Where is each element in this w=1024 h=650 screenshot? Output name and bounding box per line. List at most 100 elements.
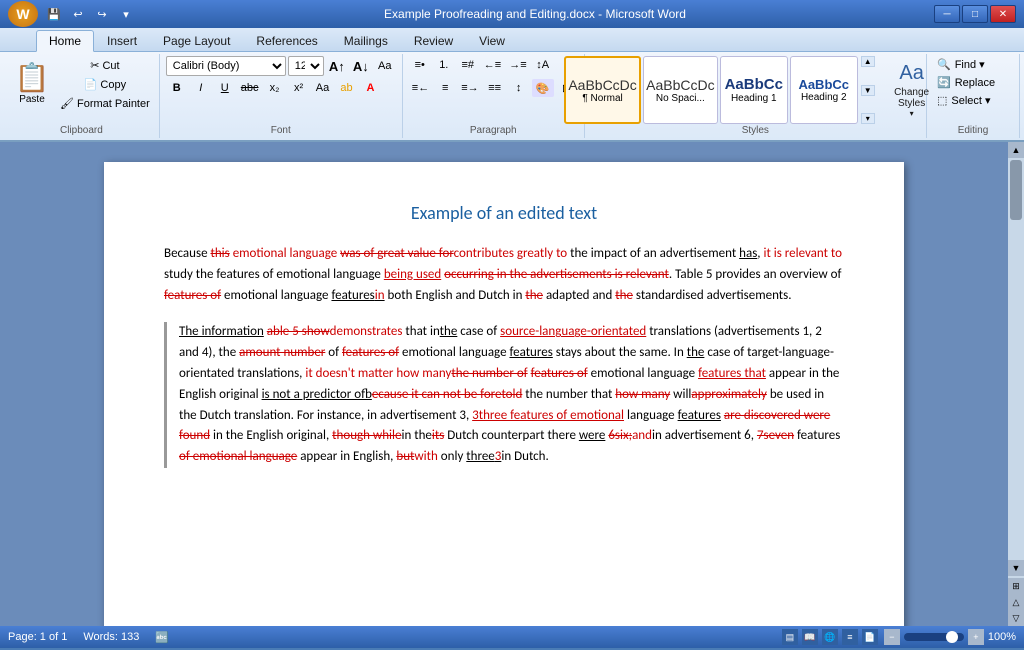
view-buttons: ▤ 📖 🌐 ≡ 📄 [782,629,878,645]
change-styles-icon: Aa [899,62,923,85]
style-no-spacing[interactable]: AaBbCcDc No Spaci... [643,56,718,124]
align-center-button[interactable]: ≡ [434,79,456,97]
style-h2-label: Heading 2 [801,92,847,103]
change-styles-arrow: ▾ [910,109,914,118]
del-6six: 6six; [608,428,632,443]
close-button[interactable]: ✕ [990,5,1016,23]
justify-button[interactable]: ≡≡ [484,79,506,97]
undo-icon[interactable]: ↩ [68,4,88,24]
decrease-indent-button[interactable]: ←≡ [481,56,504,74]
scroll-down-button[interactable]: ▼ [1008,560,1024,576]
zoom-slider[interactable] [904,633,964,641]
document-scroll[interactable]: Example of an edited text Because this e… [0,142,1008,626]
title-bar: W 💾 ↩ ↪ ▾ Example Proofreading and Editi… [0,0,1024,28]
scroll-expand-button[interactable]: ⊞ [1008,578,1024,594]
status-left: Page: 1 of 1 Words: 133 🔤 [8,631,169,644]
style-heading2[interactable]: AaBbCc Heading 2 [790,56,858,124]
style-normal-preview: AaBbCcDc [568,77,636,93]
tab-view[interactable]: View [466,29,518,51]
scroll-up-button[interactable]: ▲ [1008,142,1024,158]
tab-page-layout[interactable]: Page Layout [150,29,243,51]
scroll-thumb[interactable] [1010,160,1022,220]
view-full-reading[interactable]: 📖 [802,629,818,645]
styles-expand-button[interactable]: ▾ [861,113,875,124]
select-icon: ⬚ [937,94,947,107]
shading-button[interactable]: 🎨 [532,79,554,97]
clear-format-button[interactable]: Aa [374,57,396,75]
zoom-in-button[interactable]: + [968,629,984,645]
select-button[interactable]: ⬚ Select ▾ [933,92,1013,109]
scroll-page-up[interactable]: △ [1008,594,1024,610]
del-amountnumber: amount number [239,345,325,360]
view-draft[interactable]: 📄 [862,629,878,645]
format-painter-button[interactable]: 🖌 Format Painter [57,94,153,112]
paragraph-group: ≡• 1. ≡# ←≡ →≡ ↕A ¶ ≡← ≡ ≡→ ≡≡ ↕ 🎨 ⊞ Par… [403,54,585,138]
style-normal[interactable]: AaBbCcDc ¶ Normal [564,56,641,124]
window-title: Example Proofreading and Editing.docx - … [136,7,934,21]
zoom-thumb[interactable] [946,631,958,643]
grow-font-button[interactable]: A↑ [326,57,348,75]
subscript-button[interactable]: x₂ [264,79,286,97]
paragraph-label: Paragraph [403,125,584,136]
tab-references[interactable]: References [243,29,330,51]
del-howmany: how many [615,387,670,402]
view-outline[interactable]: ≡ [842,629,858,645]
find-button[interactable]: 🔍 Find ▾ [933,56,1013,73]
font-family-select[interactable]: Calibri (Body) [166,56,286,76]
del-its: its [432,428,444,443]
paragraph-1: Because this emotional language was of g… [164,244,844,306]
styles-up-button[interactable]: ▲ [861,56,875,67]
page-indicator: Page: 1 of 1 [8,631,67,644]
align-left-button[interactable]: ≡← [409,79,432,97]
styles-group: AaBbCcDc ¶ Normal AaBbCcDc No Spaci... A… [585,54,927,138]
save-icon[interactable]: 💾 [44,4,64,24]
tab-mailings[interactable]: Mailings [331,29,401,51]
tab-home[interactable]: Home [36,30,94,52]
customize-icon[interactable]: ▾ [116,4,136,24]
style-heading1[interactable]: AaBbCc Heading 1 [720,56,788,124]
underline-button[interactable]: U [214,79,236,97]
styles-down-button[interactable]: ▼ [861,85,875,96]
bold-button[interactable]: B [166,79,188,97]
ins-and: and [632,428,652,443]
del-featuresof2: features of [342,345,399,360]
paragraph-content: ≡• 1. ≡# ←≡ →≡ ↕A ¶ ≡← ≡ ≡→ ≡≡ ↕ 🎨 ⊞ [409,56,578,136]
maximize-button[interactable]: □ [962,5,988,23]
minimize-button[interactable]: ─ [934,5,960,23]
numbering-button[interactable]: 1. [433,56,455,74]
editing-label: Editing [927,125,1019,136]
bullets-button[interactable]: ≡• [409,56,431,74]
sort-button[interactable]: ↕A [532,56,554,74]
ribbon-tabs: Home Insert Page Layout References Maili… [0,28,1024,52]
line-spacing-button[interactable]: ↕ [508,79,530,97]
shrink-font-button[interactable]: A↓ [350,57,372,75]
cut-button[interactable]: ✂ Cut [57,56,153,74]
scroll-page-down[interactable]: ▽ [1008,610,1024,626]
strikethrough-button[interactable]: abc [238,79,262,97]
highlight-button[interactable]: ab [336,79,358,97]
document-area: Example of an edited text Because this e… [0,142,1024,626]
view-print-layout[interactable]: ▤ [782,629,798,645]
align-right-button[interactable]: ≡→ [458,79,481,97]
del-occurring: occurring in the advertisements is relev… [444,267,669,282]
increase-indent-button[interactable]: →≡ [506,56,529,74]
font-row1: Calibri (Body) 12 A↑ A↓ Aa [166,56,396,76]
font-color-button[interactable]: A [360,79,382,97]
redo-icon[interactable]: ↪ [92,4,112,24]
superscript-button[interactable]: x² [288,79,310,97]
italic-button[interactable]: I [190,79,212,97]
ul-isnotapredictor: is not a predictor of [262,387,372,402]
zoom-out-button[interactable]: − [884,629,900,645]
paste-icon: 📋 [15,61,50,94]
tab-insert[interactable]: Insert [94,29,150,51]
paste-button[interactable]: 📋 Paste [10,56,54,122]
office-button[interactable]: W [8,1,38,27]
text-case-button[interactable]: Aa [312,79,334,97]
vertical-scrollbar: ▲ ▼ ⊞ △ ▽ [1008,142,1024,626]
copy-button[interactable]: 📄 Copy [57,75,153,93]
font-size-select[interactable]: 12 [288,56,324,76]
view-web-layout[interactable]: 🌐 [822,629,838,645]
replace-button[interactable]: 🔄 Replace [933,74,1013,91]
multilevel-button[interactable]: ≡# [457,56,479,74]
tab-review[interactable]: Review [401,29,466,51]
